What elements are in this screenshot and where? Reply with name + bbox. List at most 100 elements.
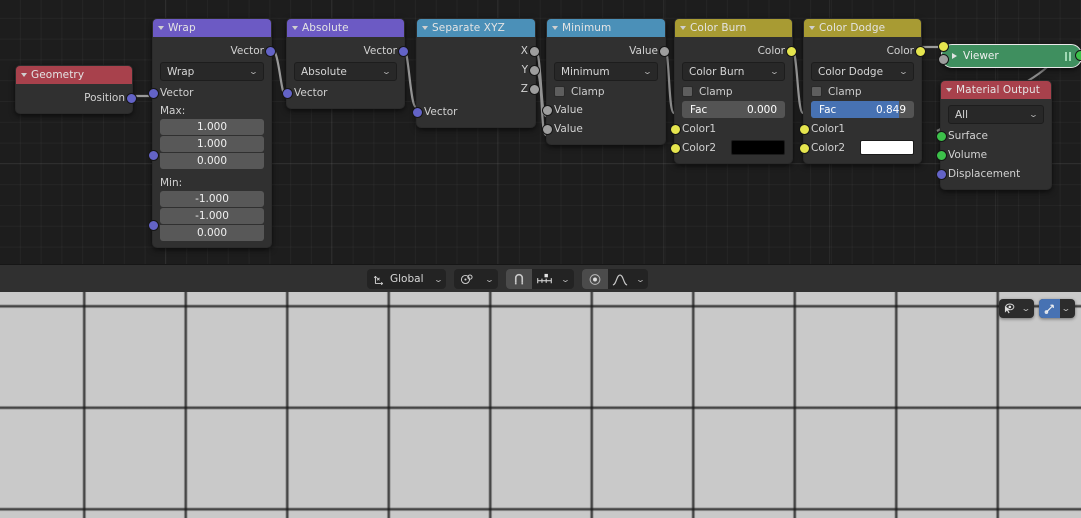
socket-viewer-out[interactable] (1075, 50, 1081, 61)
min-vector-fields[interactable]: -1.000 -1.000 0.000 (148, 191, 271, 241)
color2-swatch[interactable] (860, 140, 914, 155)
checkbox-icon[interactable] (682, 86, 693, 97)
viewport-overlay-buttons[interactable]: ⌄ ⌄ (998, 299, 1075, 318)
chevron-down-icon[interactable]: ⌄ (477, 275, 502, 284)
socket-value-in-2[interactable] (542, 124, 553, 135)
socket-y-out[interactable] (529, 65, 540, 76)
target-dropdown[interactable]: All ⌄ (948, 105, 1044, 124)
pivot-point-group[interactable]: ⌄ (454, 269, 498, 289)
output-socket-row[interactable]: Value (547, 41, 670, 60)
operation-dropdown[interactable]: Minimum ⌄ (554, 62, 658, 81)
socket-x-out[interactable] (529, 46, 540, 57)
output-socket-row[interactable]: Vector (287, 41, 409, 60)
chevron-down-icon[interactable]: ⌄ (553, 275, 578, 284)
socket-color-out[interactable] (915, 46, 926, 57)
magnet-icon[interactable] (505, 269, 532, 289)
socket-vector-out[interactable] (265, 46, 276, 57)
socket-vector-in[interactable] (148, 88, 159, 99)
socket-color-out[interactable] (786, 46, 797, 57)
blend-mode-dropdown[interactable]: Color Burn ⌄ (682, 62, 785, 81)
collapse-triangle-icon[interactable] (422, 26, 428, 30)
socket-max-vector[interactable] (148, 150, 159, 161)
socket-color2-in[interactable] (799, 143, 810, 154)
node-color-dodge[interactable]: Color Dodge Color Color Dodge ⌄ Clamp Fa… (799, 18, 926, 164)
input-socket-row[interactable]: Color1 (799, 119, 921, 138)
input-socket-row[interactable]: Color1 (670, 119, 792, 138)
orientation-icon[interactable]: Global (367, 269, 430, 289)
node-minimum[interactable]: Minimum Value Minimum ⌄ Clamp Value Valu… (542, 18, 670, 145)
node-absolute[interactable]: Absolute Vector Absolute ⌄ Vector (282, 18, 409, 109)
clamp-checkbox-row[interactable]: Clamp (675, 83, 792, 100)
socket-surface-in[interactable] (936, 131, 947, 142)
operation-dropdown[interactable]: Absolute ⌄ (294, 62, 397, 81)
node-header-separate-xyz[interactable]: Separate XYZ (417, 19, 535, 37)
node-header-color-dodge[interactable]: Color Dodge (804, 19, 921, 37)
visibility-group[interactable]: ⌄ (998, 299, 1038, 318)
shader-editor-area[interactable]: Geometry Position Wrap Vector Wrap ⌄ Vec… (0, 0, 1081, 264)
proportional-edit-icon[interactable] (581, 269, 608, 289)
max-z-field[interactable]: 0.000 (160, 153, 264, 169)
collapse-triangle-icon[interactable] (809, 26, 815, 30)
node-wrap[interactable]: Wrap Vector Wrap ⌄ Vector Max: 1.000 1.0… (148, 18, 276, 248)
node-header-geometry[interactable]: Geometry (16, 66, 132, 84)
output-socket-row[interactable]: Vector (153, 41, 276, 60)
socket-z-out[interactable] (529, 84, 540, 95)
socket-value-out[interactable] (659, 46, 670, 57)
socket-value-in-1[interactable] (542, 105, 553, 116)
collapse-triangle-icon[interactable] (946, 88, 952, 92)
socket-image-in[interactable] (938, 41, 949, 52)
input-socket-row[interactable]: Vector (148, 83, 271, 102)
chevron-down-icon[interactable]: ⌄ (627, 275, 652, 284)
clamp-checkbox-row[interactable]: Clamp (547, 83, 665, 100)
input-socket-row[interactable]: Surface (936, 126, 1051, 145)
socket-color2-in[interactable] (670, 143, 681, 154)
chevron-down-icon[interactable]: ⌄ (425, 275, 450, 284)
output-socket-row[interactable]: X (417, 41, 540, 60)
collapse-triangle-icon[interactable] (158, 26, 164, 30)
node-header-material-output[interactable]: Material Output (941, 81, 1051, 99)
expand-triangle-icon[interactable] (952, 53, 957, 59)
min-y-field[interactable]: -1.000 (160, 208, 264, 224)
clamp-checkbox-row[interactable]: Clamp (804, 83, 921, 100)
output-socket-row[interactable]: Color (804, 41, 926, 60)
output-socket-row[interactable]: Color (675, 41, 797, 60)
node-geometry[interactable]: Geometry Position (15, 65, 137, 114)
min-x-field[interactable]: -1.000 (160, 191, 264, 207)
max-y-field[interactable]: 1.000 (160, 136, 264, 152)
node-viewer[interactable]: Viewer (938, 41, 1081, 68)
socket-color1-in[interactable] (670, 124, 681, 135)
socket-alpha-in[interactable] (938, 54, 949, 65)
node-color-burn[interactable]: Color Burn Color Color Burn ⌄ Clamp Fac … (670, 18, 797, 164)
output-socket-row[interactable]: Position (16, 88, 137, 107)
max-vector-fields[interactable]: 1.000 1.000 0.000 (148, 119, 271, 169)
color2-swatch[interactable] (731, 140, 785, 155)
node-header-color-burn[interactable]: Color Burn (675, 19, 792, 37)
input-socket-row[interactable]: Vector (282, 83, 404, 102)
proportional-editing-group[interactable]: ⌄ (581, 269, 652, 289)
input-socket-row[interactable]: Value (542, 119, 665, 138)
socket-volume-in[interactable] (936, 150, 947, 161)
node-separate-xyz[interactable]: Separate XYZ X Y Z Vector (412, 18, 540, 128)
socket-color1-in[interactable] (799, 124, 810, 135)
collapse-triangle-icon[interactable] (292, 26, 298, 30)
input-socket-row[interactable]: Displacement (936, 164, 1051, 183)
socket-displacement-in[interactable] (936, 169, 947, 180)
gizmo-group[interactable]: ⌄ (1039, 299, 1075, 318)
node-material-output[interactable]: Material Output All ⌄ Surface Volume Dis (936, 80, 1052, 190)
chevron-down-icon[interactable]: ⌄ (1057, 304, 1079, 313)
collapse-triangle-icon[interactable] (552, 26, 558, 30)
input-socket-row[interactable]: Value (542, 100, 665, 119)
operation-dropdown[interactable]: Wrap ⌄ (160, 62, 264, 81)
transform-orientation-group[interactable]: Global ⌄ (367, 269, 447, 289)
output-socket-row[interactable]: Y (417, 60, 540, 79)
input-socket-row[interactable]: Volume (936, 145, 1051, 164)
collapse-triangle-icon[interactable] (680, 26, 686, 30)
input-socket-row[interactable]: Color2 (670, 138, 792, 157)
fac-slider[interactable]: Fac 0.849 (811, 101, 914, 118)
socket-position-vector[interactable] (126, 93, 137, 104)
snapping-group[interactable]: ⌄ (505, 269, 574, 289)
node-header-wrap[interactable]: Wrap (153, 19, 271, 37)
chevron-down-icon[interactable]: ⌄ (1016, 304, 1038, 313)
output-socket-row[interactable]: Z (417, 79, 540, 98)
input-socket-row[interactable]: Color2 (799, 138, 921, 157)
